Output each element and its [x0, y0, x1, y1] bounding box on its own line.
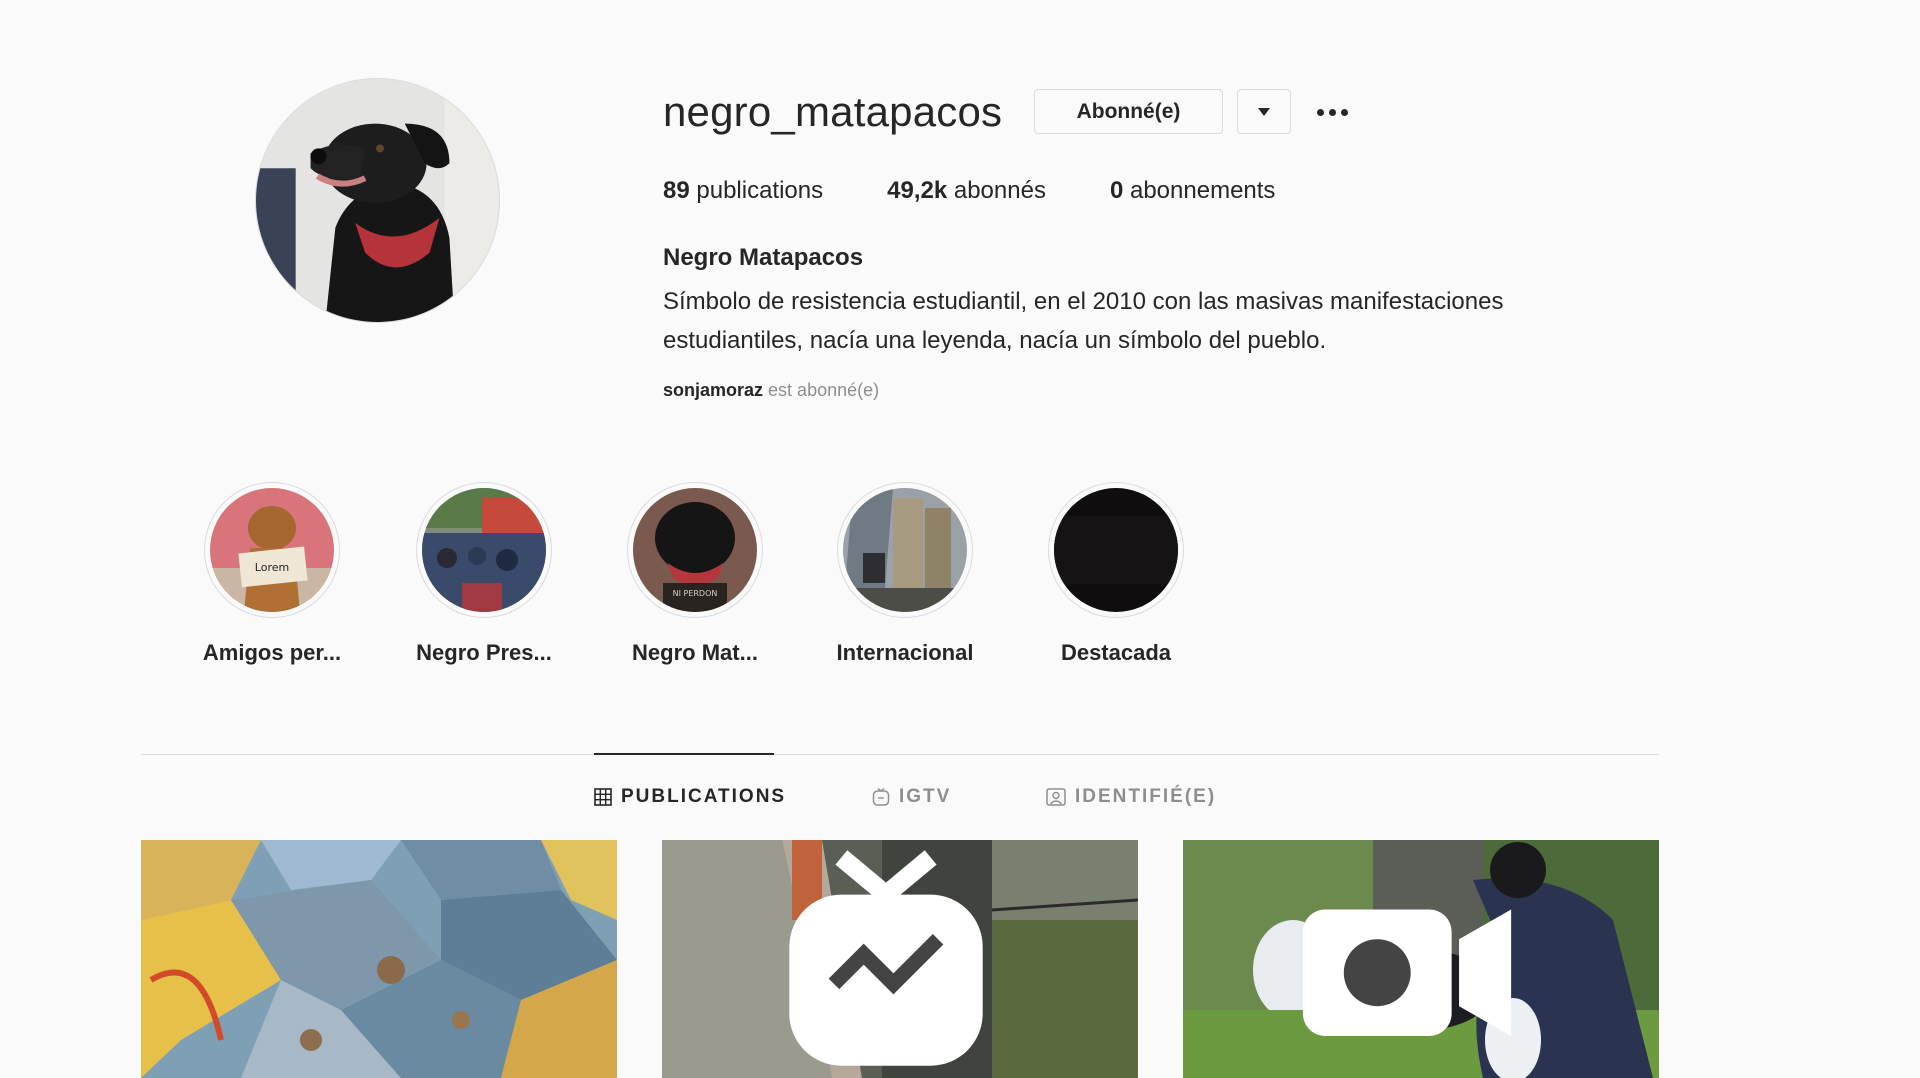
igtv-badge-icon	[789, 850, 983, 1066]
highlight-cover: NI PERDON	[633, 488, 757, 612]
highlight-cover	[1054, 488, 1178, 612]
followers-label: abonnés	[953, 177, 1046, 204]
highlight-label: Negro Mat...	[632, 640, 758, 665]
followed-by-user[interactable]: sonjamoraz	[663, 380, 763, 400]
post-thumbnail[interactable]	[662, 840, 1138, 1078]
video-badge-icon	[1302, 909, 1512, 1036]
posts-label: publications	[696, 177, 824, 204]
svg-text:Lorem: Lorem	[255, 561, 289, 574]
highlight-label: Amigos per...	[202, 640, 342, 665]
suggestions-dropdown-button[interactable]	[1237, 89, 1291, 134]
posts-count: 89	[663, 177, 690, 204]
posts-stat: 89 publications	[663, 177, 823, 205]
post-thumbnail[interactable]	[141, 840, 617, 1078]
highlight-item[interactable]: Lorem Amigos per...	[202, 482, 342, 666]
svg-text:NI PERDON: NI PERDON	[673, 589, 718, 598]
highlight-ring	[416, 482, 552, 618]
followed-by[interactable]: sonjamoraz est abonné(e)	[663, 380, 879, 401]
highlight-cover	[422, 488, 546, 612]
tagged-icon	[1046, 788, 1066, 806]
followers-stat[interactable]: 49,2k abonnés	[887, 177, 1046, 205]
avatar-image	[256, 79, 499, 322]
active-tab-indicator	[594, 753, 774, 755]
highlight-item[interactable]: Internacional	[835, 482, 975, 666]
highlight-ring: NI PERDON	[627, 482, 763, 618]
tab-tagged[interactable]: IDENTIFIÉ(E)	[1046, 786, 1216, 808]
profile-username: negro_matapacos	[663, 88, 1003, 135]
following-label: abonnements	[1129, 177, 1276, 204]
profile-stats: 89 publications 49,2k abonnés 0 abonneme…	[663, 177, 1339, 205]
profile-full-name: Negro Matapacos	[663, 244, 864, 271]
profile-avatar[interactable]	[255, 78, 500, 323]
highlight-item[interactable]: Negro Pres...	[414, 482, 554, 666]
more-dot-icon	[1340, 108, 1348, 116]
post-thumbnail[interactable]	[1183, 840, 1659, 1078]
following-count: 0	[1109, 177, 1124, 204]
caret-down-icon	[1258, 107, 1270, 116]
highlight-item[interactable]: NI PERDON Negro Mat...	[625, 482, 765, 666]
followers-count: 49,2k	[887, 177, 948, 204]
tabs-divider	[141, 754, 1659, 755]
highlight-ring	[1048, 482, 1184, 618]
more-dot-icon	[1316, 108, 1324, 116]
tab-label: IDENTIFIÉ(E)	[1075, 786, 1217, 807]
more-options-button[interactable]	[1310, 92, 1354, 132]
highlight-item[interactable]: Destacada	[1046, 482, 1186, 666]
highlight-cover	[843, 488, 967, 612]
following-stat[interactable]: 0 abonnements	[1110, 177, 1275, 205]
followed-by-text: est abonné(e)	[768, 380, 880, 400]
highlight-ring: Lorem	[204, 482, 340, 618]
tab-publications[interactable]: PUBLICATIONS	[594, 786, 786, 808]
igtv-icon	[872, 788, 890, 806]
tab-label: IGTV	[899, 786, 952, 807]
highlight-label: Negro Pres...	[416, 640, 552, 665]
highlight-cover: Lorem	[210, 488, 334, 612]
highlight-label: Internacional	[836, 640, 974, 665]
highlight-ring	[837, 482, 973, 618]
grid-icon	[594, 788, 612, 806]
highlight-label: Destacada	[1060, 640, 1172, 665]
tab-igtv[interactable]: IGTV	[872, 786, 951, 808]
profile-bio: Símbolo de resistencia estudiantil, en e…	[663, 288, 1504, 354]
more-dot-icon	[1328, 108, 1336, 116]
tab-label: PUBLICATIONS	[621, 786, 787, 807]
following-button[interactable]: Abonné(e)	[1034, 89, 1223, 134]
mosaic-image	[141, 840, 617, 1078]
